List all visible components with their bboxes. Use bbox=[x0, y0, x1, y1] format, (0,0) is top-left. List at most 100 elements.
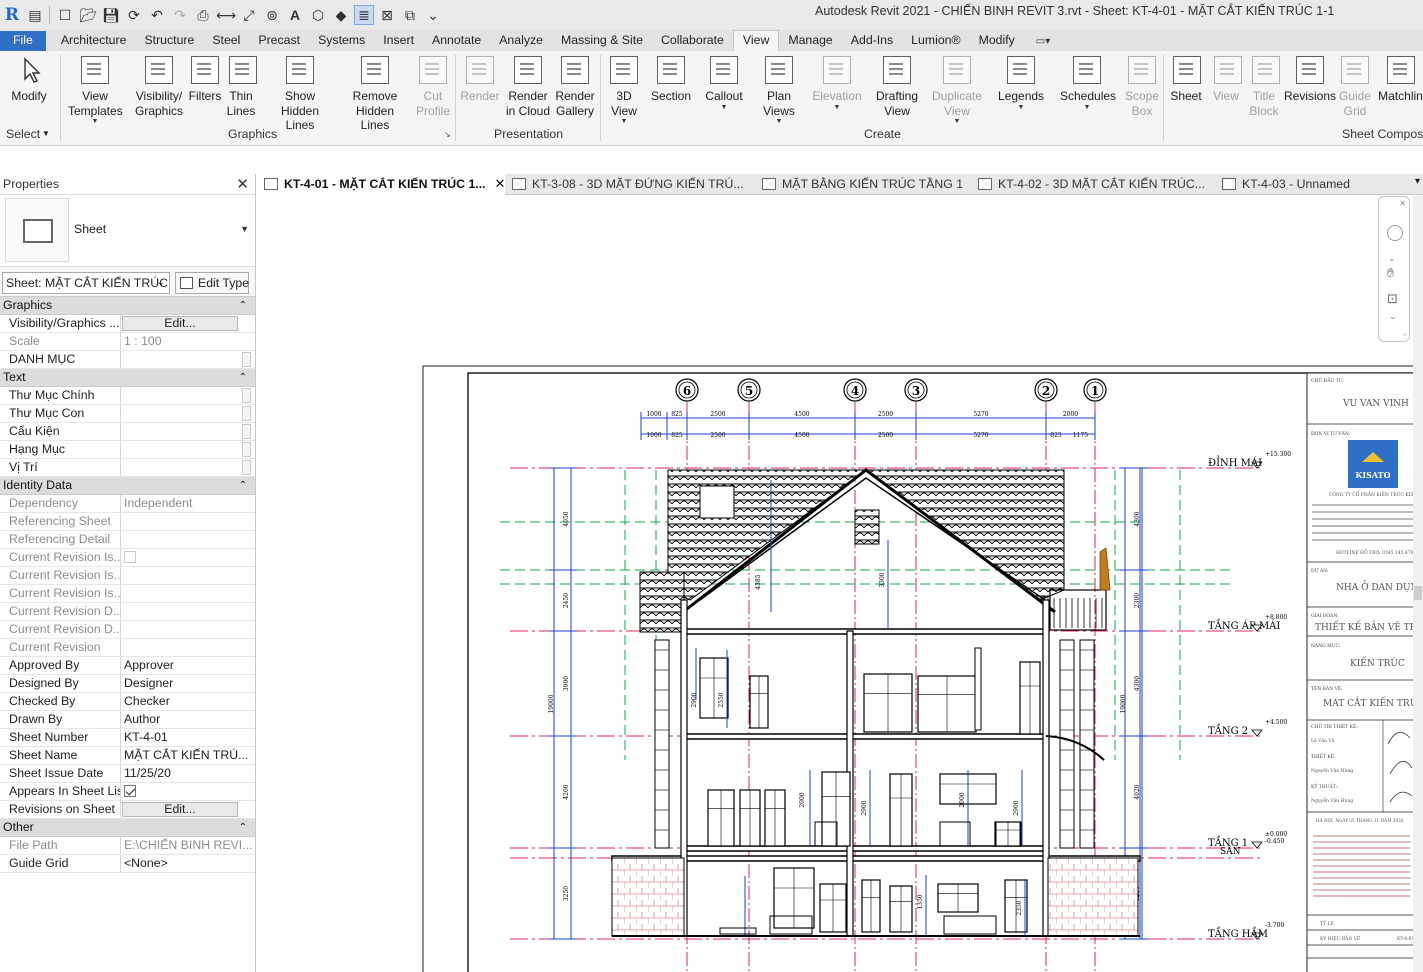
tab-precast[interactable]: Precast bbox=[249, 31, 309, 51]
property-value-cell[interactable] bbox=[121, 387, 255, 404]
customize-toolbar-icon[interactable]: ⌄ bbox=[423, 5, 443, 25]
revisions-button[interactable]: Revisions bbox=[1284, 53, 1336, 104]
tab-annotate[interactable]: Annotate bbox=[423, 31, 490, 51]
document-tab[interactable]: KT-4-02 - 3D MẶT CẮT KIẾN TRÚC... bbox=[971, 174, 1215, 195]
scrollbar-thumb[interactable] bbox=[1414, 586, 1422, 600]
dropdown-caret-icon[interactable]: ▼ bbox=[68, 118, 122, 125]
collapse-icon[interactable]: ⌃ bbox=[239, 297, 247, 314]
tab-architecture[interactable]: Architecture bbox=[52, 31, 136, 51]
collapse-icon[interactable]: ⌃ bbox=[239, 819, 247, 836]
elevation-button[interactable]: Elevation ▼ bbox=[812, 53, 862, 111]
section-button[interactable]: Section bbox=[650, 53, 692, 104]
new-file-icon[interactable]: ☐ bbox=[55, 5, 75, 25]
tab-modify[interactable]: Modify bbox=[970, 31, 1024, 51]
property-value-cell[interactable] bbox=[121, 351, 255, 368]
render-cloud-button[interactable]: Render in Cloud bbox=[505, 53, 551, 118]
tab-collaborate[interactable]: Collaborate bbox=[652, 31, 733, 51]
tab-systems[interactable]: Systems bbox=[309, 31, 374, 51]
3d-view-button[interactable]: 3D View ▼ bbox=[607, 53, 641, 125]
matchline-button[interactable]: Matchlin bbox=[1378, 53, 1423, 104]
dropdown-caret-icon[interactable]: ▼ bbox=[1060, 104, 1114, 111]
edit-button[interactable]: Edit... bbox=[122, 316, 238, 331]
duplicate-view-button[interactable]: Duplicate View ▼ bbox=[932, 53, 982, 125]
property-value[interactable]: KT-4-01 bbox=[124, 730, 168, 744]
property-value-cell[interactable]: Edit... bbox=[121, 801, 255, 818]
select-dropdown-icon[interactable]: ▼ bbox=[42, 129, 50, 138]
document-tab[interactable]: KT-4-01 - MẶT CẮT KIẾN TRÚC 1... ✕ bbox=[257, 174, 505, 195]
cursor-button[interactable]: Modify bbox=[8, 53, 50, 104]
cut-profile-button[interactable]: Cut Profile bbox=[416, 53, 450, 118]
vertical-scrollbar[interactable] bbox=[1413, 196, 1423, 972]
place-view-button[interactable]: View bbox=[1211, 53, 1242, 104]
recent-files-icon[interactable]: ▤ bbox=[25, 5, 45, 25]
drafting-view-button[interactable]: Drafting View bbox=[874, 53, 920, 118]
section-graphics[interactable]: Graphics ⌃ bbox=[0, 297, 255, 315]
section-other[interactable]: Other ⌃ bbox=[0, 819, 255, 837]
aligned-dimension-icon[interactable]: ⤢ bbox=[239, 5, 259, 25]
instance-selector[interactable]: Sheet: MẶT CẮT KIẾN TRÚC ⌄ bbox=[2, 272, 170, 294]
property-value[interactable]: Checker bbox=[124, 694, 170, 708]
tab-lumion-[interactable]: Lumion® bbox=[902, 31, 969, 51]
property-value-cell[interactable]: Edit... bbox=[121, 315, 255, 332]
options-icon[interactable]: ◦ bbox=[1403, 330, 1406, 339]
tab-steel[interactable]: Steel bbox=[203, 31, 249, 51]
collapse-icon[interactable]: ⌃ bbox=[239, 369, 247, 386]
collapse-icon[interactable]: ⌃ bbox=[239, 477, 247, 494]
tab-analyze[interactable]: Analyze bbox=[490, 31, 552, 51]
property-value[interactable]: 11/25/20 bbox=[124, 766, 171, 780]
scope-box-button[interactable]: Scope Box bbox=[1125, 53, 1159, 118]
undo-icon[interactable]: ↶ bbox=[147, 5, 167, 25]
tab-file[interactable]: File bbox=[0, 31, 46, 51]
steering-wheel-icon[interactable] bbox=[1387, 225, 1403, 241]
property-value[interactable]: <None> bbox=[124, 856, 168, 870]
switch-windows-icon[interactable]: ⧉ bbox=[400, 5, 420, 25]
property-value-cell[interactable] bbox=[121, 405, 255, 422]
close-icon[interactable]: ✕ bbox=[236, 174, 249, 195]
tag-icon[interactable]: ⊚ bbox=[262, 5, 282, 25]
edit-button[interactable]: Edit... bbox=[122, 802, 238, 817]
chevron-down-icon[interactable]: ▼ bbox=[240, 224, 249, 234]
dropdown-caret-icon[interactable]: ▼ bbox=[607, 118, 641, 125]
sync-icon[interactable]: ⟳ bbox=[124, 5, 144, 25]
title-block-button[interactable]: Title Block bbox=[1249, 53, 1280, 118]
remove-hidden-lines-button[interactable]: Remove Hidden Lines bbox=[341, 53, 409, 133]
minimize-ribbon-icon[interactable]: ▭▾ bbox=[1036, 32, 1050, 51]
thin-lines-button[interactable]: Thin Lines bbox=[222, 52, 260, 120]
edit-type-button[interactable]: Edit Type bbox=[175, 272, 249, 294]
legends-button[interactable]: Legends ▼ bbox=[998, 53, 1044, 111]
property-value-cell[interactable] bbox=[121, 459, 255, 476]
text-icon[interactable]: A bbox=[285, 5, 305, 25]
dropdown-caret-icon[interactable]: ▼ bbox=[702, 104, 746, 111]
property-value-cell[interactable] bbox=[121, 783, 255, 800]
document-tab[interactable]: MẶT BẰNG KIẾN TRÚC TẦNG 1 bbox=[755, 174, 971, 195]
graphics-dialog-launcher-icon[interactable]: ↘ bbox=[444, 130, 451, 139]
property-value-cell[interactable]: KT-4-01 bbox=[121, 729, 255, 746]
revit-logo-icon[interactable]: R bbox=[2, 5, 22, 25]
measure-icon[interactable]: ⟷ bbox=[216, 5, 236, 25]
property-value-cell[interactable] bbox=[121, 423, 255, 440]
tab-manage[interactable]: Manage bbox=[779, 31, 841, 51]
property-value-cell[interactable] bbox=[121, 441, 255, 458]
tab-massing-site[interactable]: Massing & Site bbox=[552, 31, 652, 51]
property-value-cell[interactable]: <None> bbox=[121, 855, 255, 872]
schedules-button[interactable]: Schedules ▼ bbox=[1060, 53, 1116, 111]
chevron-down-icon[interactable]: ⌄ bbox=[1388, 253, 1396, 264]
drawing-canvas[interactable]: 6 5 4 3 2 1 1000 825 2500 4500 2500 5270 2000 1000 825… bbox=[257, 196, 1423, 972]
property-value-cell[interactable]: Designer bbox=[121, 675, 255, 692]
plan-views-button[interactable]: Plan Views ▼ bbox=[760, 53, 798, 125]
render-gallery-button[interactable]: Render Gallery bbox=[553, 53, 597, 118]
property-value-cell[interactable]: Checker bbox=[121, 693, 255, 710]
property-value-cell[interactable]: Approver bbox=[121, 657, 255, 674]
type-selector[interactable]: Sheet ▼ bbox=[0, 195, 255, 267]
tab-insert[interactable]: Insert bbox=[374, 31, 423, 51]
document-tab[interactable]: KT-3-08 - 3D MẶT ĐỨNG KIẾN TRÚ... bbox=[505, 174, 755, 195]
view-templates-button[interactable]: View Templates ▼ bbox=[68, 53, 123, 125]
callout-button[interactable]: Callout ▼ bbox=[702, 53, 746, 111]
pan-hand-icon[interactable]: ✋︎ bbox=[1387, 265, 1394, 281]
default-3d-view-icon[interactable]: ⬡ bbox=[308, 5, 328, 25]
filters-button[interactable]: Filters bbox=[186, 53, 224, 104]
render-button[interactable]: Render bbox=[460, 53, 500, 104]
property-value-cell[interactable]: MẶT CẮT KIẾN TRÚ... bbox=[121, 747, 255, 764]
tab-overflow-icon[interactable]: ▾ bbox=[1415, 176, 1420, 187]
close-hidden-windows-icon[interactable]: ⊠ bbox=[377, 5, 397, 25]
